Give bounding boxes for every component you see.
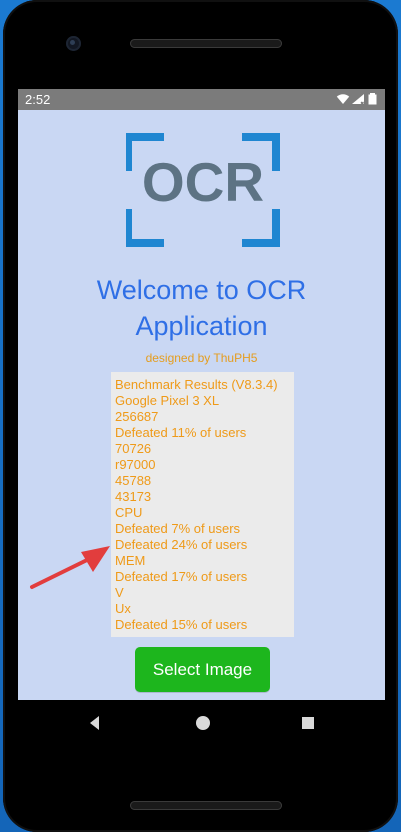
- signal-icon: [352, 94, 364, 105]
- select-image-button[interactable]: Select Image: [135, 647, 270, 692]
- result-line: MEM: [115, 553, 146, 568]
- benchmark-results-panel: Benchmark Results (V8.3.4) Google Pixel …: [111, 372, 294, 637]
- result-line: Defeated 11% of users: [115, 425, 247, 440]
- top-speaker: [130, 39, 282, 48]
- status-icons: [336, 93, 378, 105]
- navigation-bar: [18, 700, 385, 746]
- result-line: 45788: [115, 473, 152, 488]
- status-bar: 2:52: [18, 89, 385, 110]
- status-time: 2:52: [25, 92, 51, 107]
- logo-text: OCR: [141, 151, 265, 213]
- result-line: Benchmark Results (V8.3.4): [115, 377, 278, 392]
- result-line: 43173: [115, 489, 152, 504]
- application-title: Application: [135, 311, 268, 341]
- recents-icon: [302, 717, 314, 729]
- designer-credit: designed by ThuPH5: [145, 351, 258, 365]
- result-line: Defeated 24% of users: [115, 537, 248, 552]
- result-line: Defeated 15% of users: [115, 617, 248, 632]
- recents-button[interactable]: [299, 714, 317, 732]
- back-icon: [90, 716, 99, 730]
- front-camera: [66, 36, 81, 51]
- welcome-title: Welcome to OCR: [96, 275, 307, 305]
- home-button[interactable]: [194, 714, 212, 732]
- result-line: Defeated 17% of users: [115, 569, 248, 584]
- result-line: V: [115, 585, 124, 600]
- home-icon: [196, 716, 210, 730]
- app-screen: 2:52 OCR Welcome to OCR Application desi…: [18, 89, 385, 700]
- bottom-speaker: [130, 801, 282, 810]
- result-line: Google Pixel 3 XL: [115, 393, 220, 408]
- result-line: 70726: [115, 441, 152, 456]
- result-line: r97000: [115, 457, 156, 472]
- back-button[interactable]: [86, 714, 104, 732]
- benchmark-results-list: Benchmark Results (V8.3.4) Google Pixel …: [115, 377, 278, 633]
- battery-icon: [368, 93, 377, 105]
- result-line: CPU: [115, 505, 143, 520]
- device-background: 2:52 OCR Welcome to OCR Application desi…: [0, 0, 401, 832]
- result-line: Ux: [115, 601, 131, 616]
- wifi-icon: [336, 94, 350, 104]
- ocr-logo: OCR: [126, 133, 280, 247]
- result-line: 256687: [115, 409, 159, 424]
- result-line: Defeated 7% of users: [115, 521, 241, 536]
